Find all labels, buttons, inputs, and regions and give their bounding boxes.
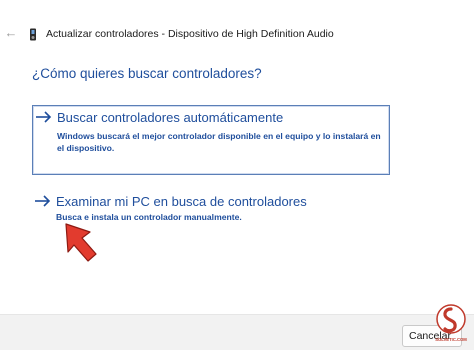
- audio-device-icon: [30, 28, 36, 41]
- solvetic-logo: SOLVETIC.COM: [435, 304, 467, 342]
- right-arrow-icon: [36, 111, 52, 123]
- option-title: Examinar mi PC en busca de controladores: [56, 194, 307, 209]
- search-automatically-option[interactable]: Buscar controladores automáticamente Win…: [32, 105, 390, 175]
- window-title: Actualizar controladores - Dispositivo d…: [46, 28, 334, 40]
- option-title: Buscar controladores automáticamente: [57, 110, 284, 125]
- red-pointer-arrow-icon: [65, 223, 97, 262]
- back-arrow-icon[interactable]: ←: [4, 26, 18, 40]
- right-arrow-icon: [35, 195, 51, 207]
- search-question-heading: ¿Cómo quieres buscar controladores?: [32, 66, 262, 81]
- svg-text:SOLVETIC.COM: SOLVETIC.COM: [435, 337, 467, 342]
- option-description: Busca e instala un controlador manualmen…: [56, 212, 242, 222]
- update-drivers-dialog: ← Actualizar controladores - Dispositivo…: [0, 0, 474, 350]
- dialog-footer: Cancelar: [0, 314, 474, 350]
- option-description: Windows buscará el mejor controlador dis…: [57, 131, 381, 153]
- title-bar: ← Actualizar controladores - Dispositivo…: [0, 0, 474, 62]
